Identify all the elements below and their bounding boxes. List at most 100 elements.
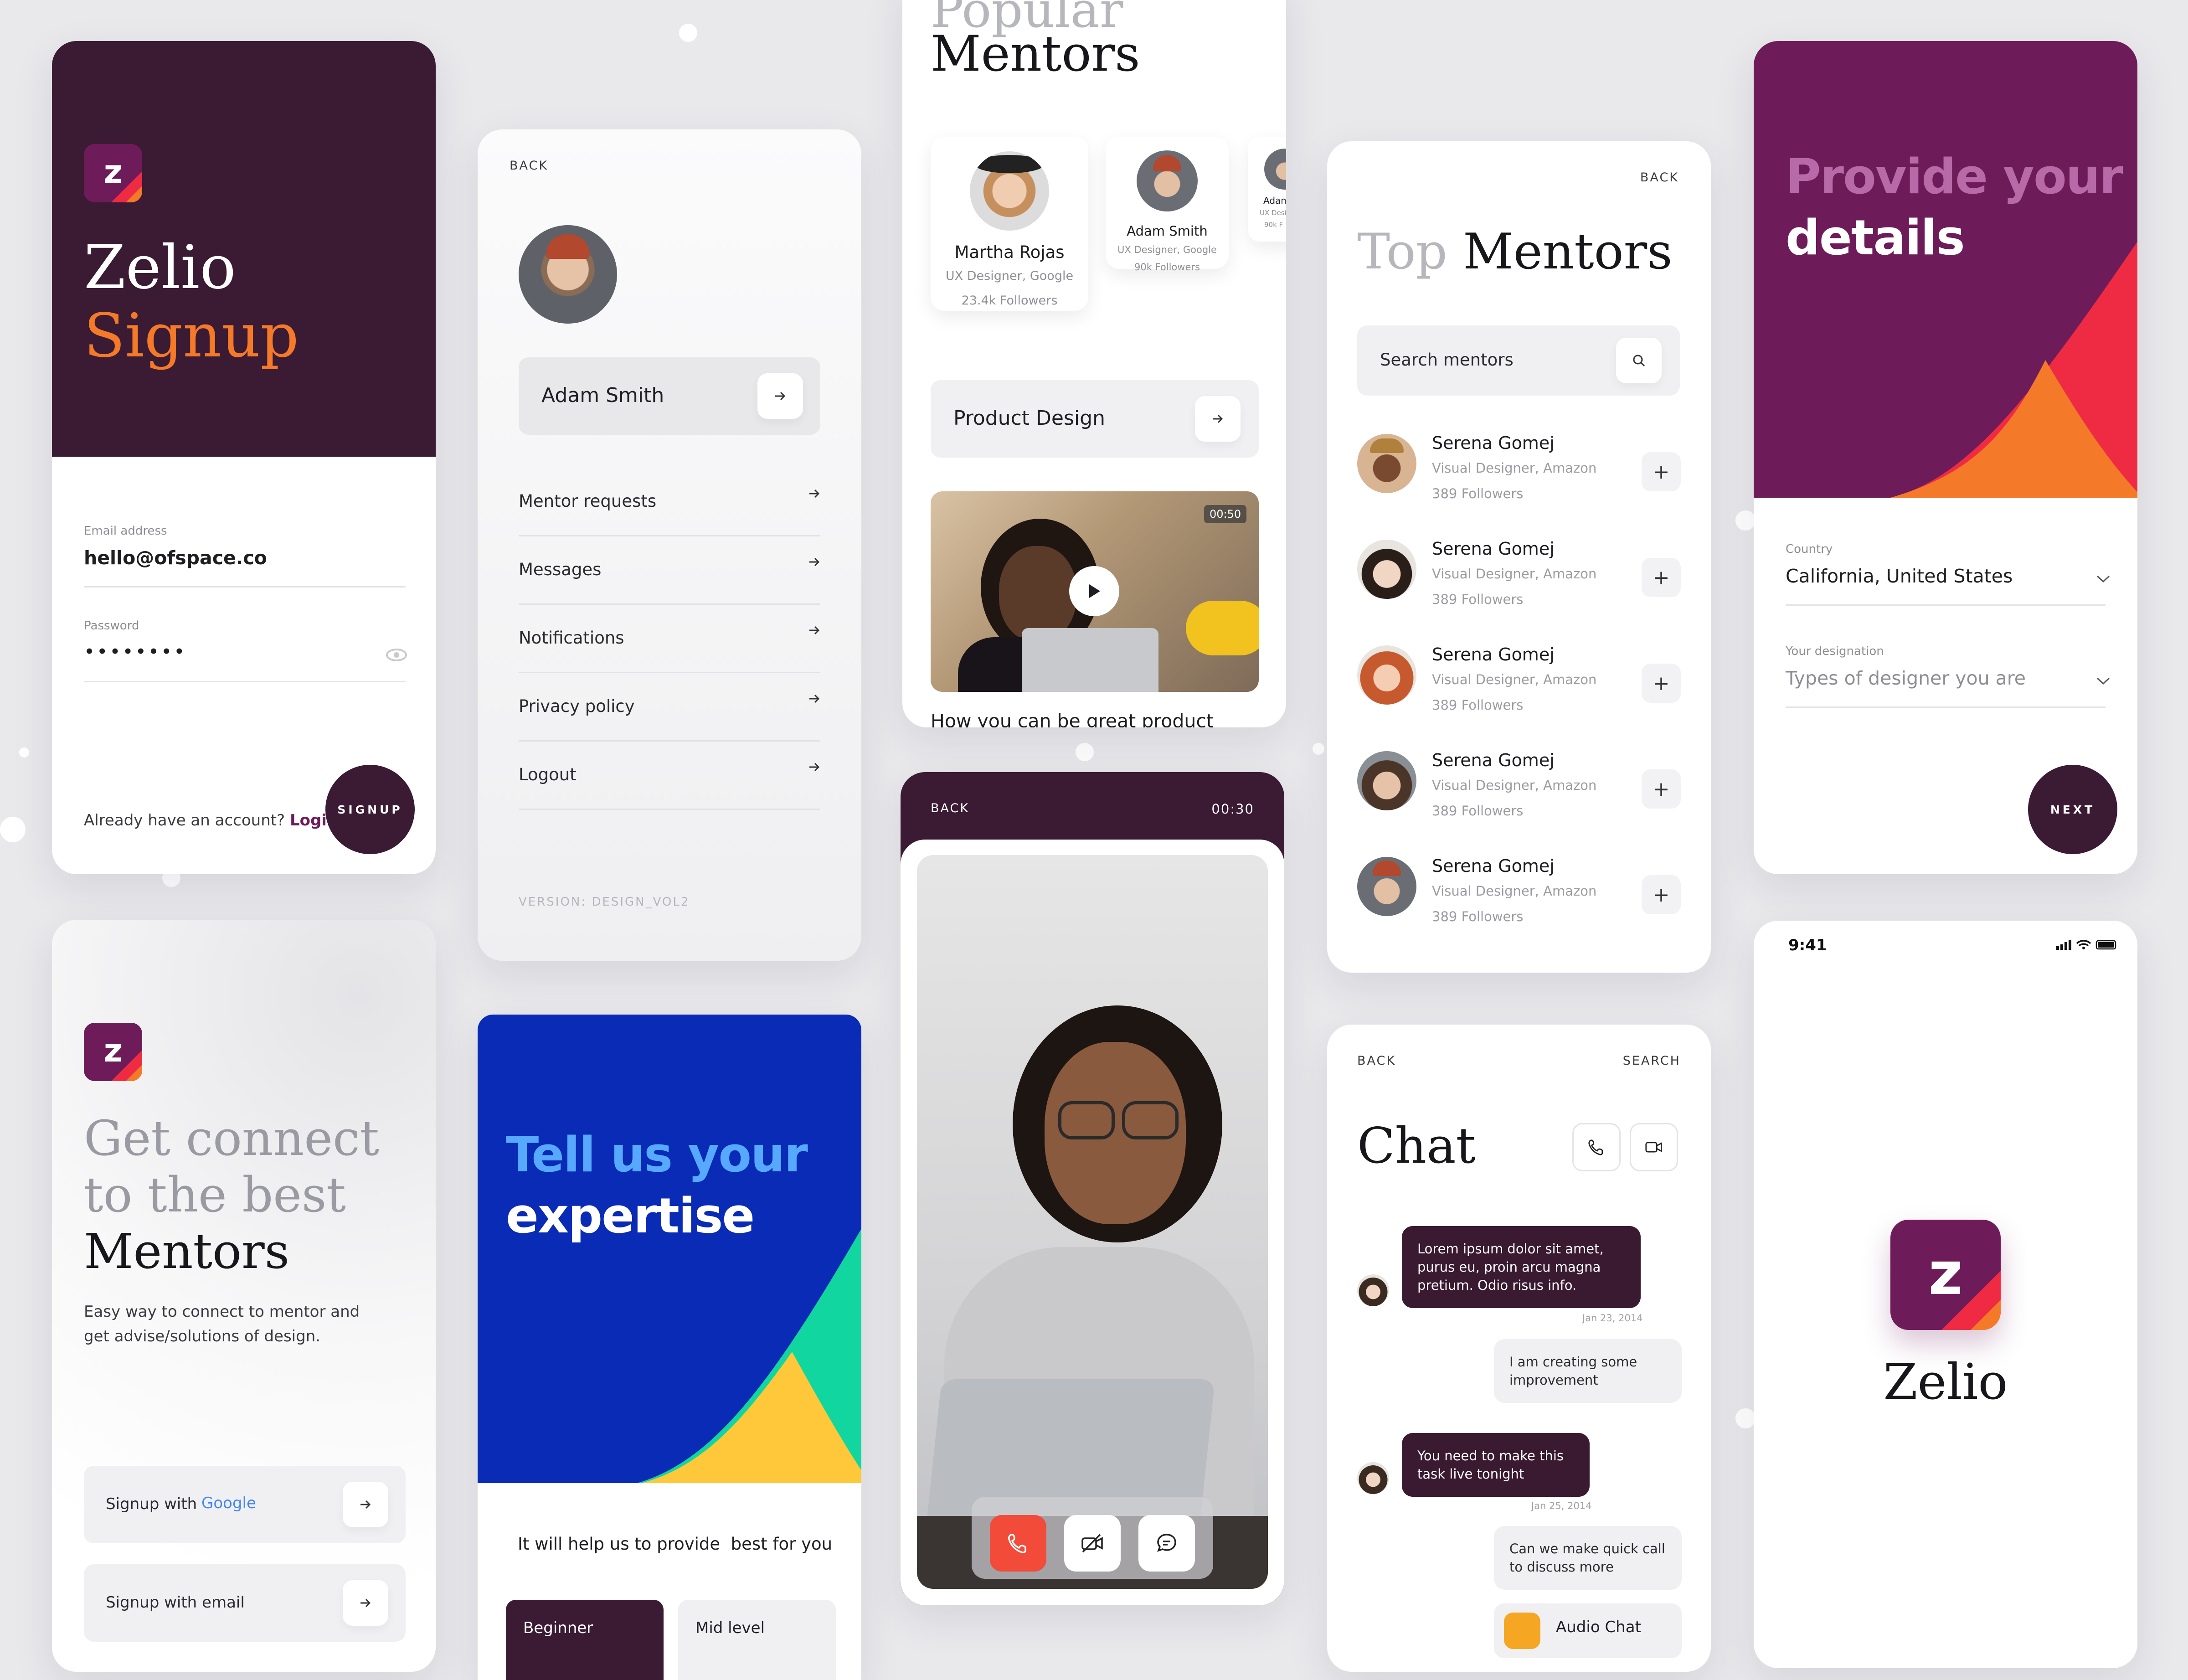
mentor-card[interactable]: Adam UX Desig 90k F	[1248, 137, 1286, 242]
category-arrow-button[interactable]	[1195, 396, 1241, 442]
already-text: Already have an account?	[84, 811, 285, 830]
chat-button[interactable]	[1138, 1515, 1195, 1572]
call-video	[917, 855, 1268, 1589]
level-beginner[interactable]: Beginner	[506, 1600, 664, 1680]
play-button[interactable]	[1069, 566, 1119, 616]
next-button[interactable]: NEXT	[2028, 765, 2117, 854]
level-mid[interactable]: Mid level	[678, 1600, 836, 1680]
video-off-button[interactable]	[1064, 1515, 1121, 1572]
mentor-list-item[interactable]: Serena Gomej Visual Designer, Amazon 389…	[1357, 644, 1681, 750]
signup-title-line2: Signup	[84, 301, 299, 371]
back-link[interactable]: BACK	[510, 159, 548, 173]
audio-call-button[interactable]	[1572, 1123, 1621, 1171]
mentor-name: Adam	[1263, 195, 1286, 206]
search-button[interactable]	[1616, 338, 1662, 383]
designation-select[interactable]: Types of designer you are	[1786, 667, 2026, 689]
signup-google-button[interactable]: Signup with Google	[84, 1466, 406, 1543]
menu-item-label: Notifications	[519, 628, 624, 648]
google-arrow-button[interactable]	[343, 1482, 388, 1527]
password-field[interactable]: ••••••••	[84, 641, 186, 663]
video-call-screen: BACK 00:30	[901, 772, 1284, 1605]
add-mentor-button[interactable]: +	[1642, 875, 1681, 914]
message-bubble: You need to make this task live tonight	[1402, 1433, 1590, 1497]
video-thumbnail[interactable]: 00:50	[931, 491, 1259, 692]
message-bubble: I am creating some improvement	[1494, 1339, 1682, 1403]
country-select[interactable]: California, United States	[1786, 565, 2013, 587]
menu-item-logout[interactable]: Logout	[519, 740, 820, 810]
background-dot	[1735, 1408, 1756, 1428]
arrow-right-icon	[1213, 414, 1223, 423]
end-call-button[interactable]	[990, 1515, 1046, 1572]
mentor-card[interactable]: Martha Rojas UX Designer, Google 23.4k F…	[931, 137, 1088, 311]
background-dot	[1313, 743, 1324, 755]
mentor-list-item[interactable]: Serena Gomej Visual Designer, Amazon 389…	[1357, 433, 1681, 539]
phone-icon	[1588, 1139, 1603, 1155]
eye-icon[interactable]	[386, 647, 407, 665]
profile-name-box[interactable]: Adam Smith	[519, 357, 820, 435]
mentor-list-item[interactable]: Serena Gomej Visual Designer, Amazon 389…	[1357, 539, 1681, 644]
email-button-label: Signup with email	[106, 1593, 245, 1612]
mentor-role: Visual Designer, Amazon	[1432, 460, 1597, 476]
expertise-title-light: Tell us your	[506, 1127, 808, 1183]
mentor-card[interactable]: Adam Smith UX Designer, Google 90k Follo…	[1106, 137, 1229, 273]
chat-avatar	[1357, 1274, 1389, 1306]
chevron-down-icon[interactable]	[2095, 676, 2111, 685]
back-link[interactable]: BACK	[931, 801, 969, 815]
country-underline	[1786, 604, 2106, 606]
audio-chat-label: Audio Chat	[1556, 1618, 1641, 1636]
menu-item-notifications[interactable]: Notifications	[519, 603, 820, 673]
connect-desc-line2: get advise/solutions of design.	[84, 1327, 321, 1345]
background-dot	[1735, 510, 1756, 531]
message-date: Jan 25, 2014	[1531, 1500, 1592, 1511]
title-dark: Mentors	[1463, 223, 1673, 280]
add-mentor-button[interactable]: +	[1642, 664, 1681, 703]
arrow-right-icon	[360, 1598, 371, 1608]
level-label: Mid level	[695, 1619, 765, 1637]
connect-line1: Get connect	[84, 1110, 380, 1166]
email-label: Email address	[84, 524, 167, 538]
mentor-followers: 90k F	[1264, 221, 1283, 229]
mentor-role: Visual Designer, Amazon	[1432, 883, 1597, 899]
app-logo: z	[84, 144, 142, 202]
chevron-down-icon[interactable]	[2095, 574, 2111, 583]
mentor-role: Visual Designer, Amazon	[1432, 672, 1597, 687]
video-icon	[1645, 1142, 1662, 1153]
email-arrow-button[interactable]	[343, 1580, 388, 1626]
add-mentor-button[interactable]: +	[1642, 452, 1681, 491]
search-link[interactable]: SEARCH	[1623, 1054, 1681, 1068]
add-mentor-button[interactable]: +	[1642, 558, 1681, 597]
category-box[interactable]: Product Design	[931, 380, 1259, 458]
arrow-right-icon	[809, 557, 820, 567]
mentor-name: Serena Gomej	[1432, 539, 1555, 559]
search-input[interactable]: Search mentors	[1357, 325, 1680, 396]
google-prefix: Signup with	[106, 1495, 197, 1513]
video-call-button[interactable]	[1630, 1123, 1678, 1171]
mentor-role: UX Desig	[1260, 209, 1286, 217]
popular-mentors-screen: Popular Mentors Martha Rojas UX Designer…	[902, 0, 1286, 727]
menu-item-messages[interactable]: Messages	[519, 535, 820, 605]
expertise-header	[478, 1015, 861, 1483]
menu-item-label: Logout	[519, 765, 577, 784]
connect-line3: Mentors	[84, 1223, 290, 1279]
menu-item-mentor-requests[interactable]: Mentor requests	[519, 467, 820, 536]
mentor-list-item[interactable]: Serena Gomej Visual Designer, Amazon 389…	[1357, 856, 1681, 962]
details-title-light: Provide your	[1786, 149, 2123, 205]
add-mentor-button[interactable]: +	[1642, 769, 1681, 809]
audio-chat-button[interactable]: Audio Chat	[1494, 1603, 1682, 1658]
back-link[interactable]: BACK	[1357, 1054, 1396, 1068]
mentor-list-item[interactable]: Serena Gomej Visual Designer, Amazon 389…	[1357, 750, 1681, 856]
mentor-name: Martha Rojas	[954, 242, 1065, 262]
profile-arrow-button[interactable]	[757, 373, 803, 419]
designation-underline	[1786, 706, 2106, 708]
back-link[interactable]: BACK	[1640, 170, 1679, 185]
mentor-avatar	[1357, 434, 1416, 493]
app-name: Zelio	[1883, 1354, 2008, 1411]
mentor-avatar	[1137, 150, 1198, 211]
email-field[interactable]: hello@ofspace.co	[84, 547, 267, 569]
signup-email-button[interactable]: Signup with email	[84, 1564, 406, 1642]
mentor-name: Serena Gomej	[1432, 433, 1555, 453]
signup-button[interactable]: SIGNUP	[325, 765, 415, 854]
menu-item-privacy-policy[interactable]: Privacy policy	[519, 672, 820, 742]
status-time: 9:41	[1788, 936, 1827, 954]
signup-button-label: SIGNUP	[337, 803, 403, 816]
